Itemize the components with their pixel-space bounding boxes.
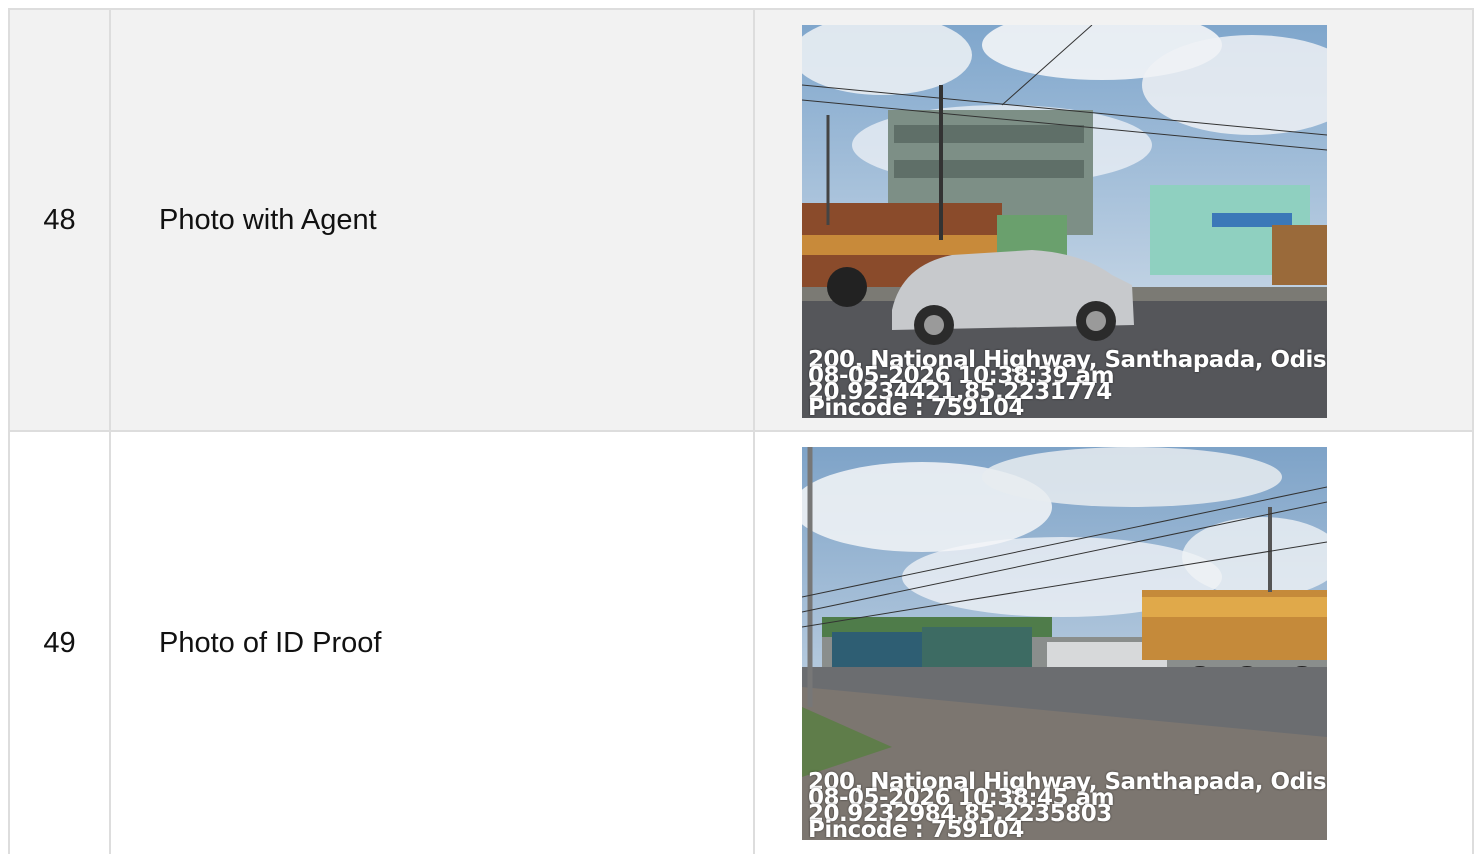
row-label: Photo with Agent xyxy=(111,10,755,430)
photo-table: 48 Photo with Agent 200, National Highwa… xyxy=(8,8,1474,854)
table-row: 48 Photo with Agent 200, National Highwa… xyxy=(10,10,1472,432)
photo-stamp: 200, National Highway, Santhapada, Odish… xyxy=(808,349,1327,419)
site-photo[interactable]: 200, National Highway, Santhapada, Odish… xyxy=(802,25,1327,418)
row-number: 49 xyxy=(10,432,111,854)
table-row: 49 Photo of ID Proof 200, National Highw… xyxy=(10,432,1472,854)
site-photo[interactable]: 200, National Highway, Santhapada, Odish… xyxy=(802,447,1327,840)
row-number: 48 xyxy=(10,10,111,430)
row-label: Photo of ID Proof xyxy=(111,432,755,854)
photo-cell: 200, National Highway, Santhapada, Odish… xyxy=(755,10,1472,430)
photo-stamp: 200, National Highway, Santhapada, Odish… xyxy=(808,771,1327,841)
photo-cell: 200, National Highway, Santhapada, Odish… xyxy=(755,432,1472,854)
